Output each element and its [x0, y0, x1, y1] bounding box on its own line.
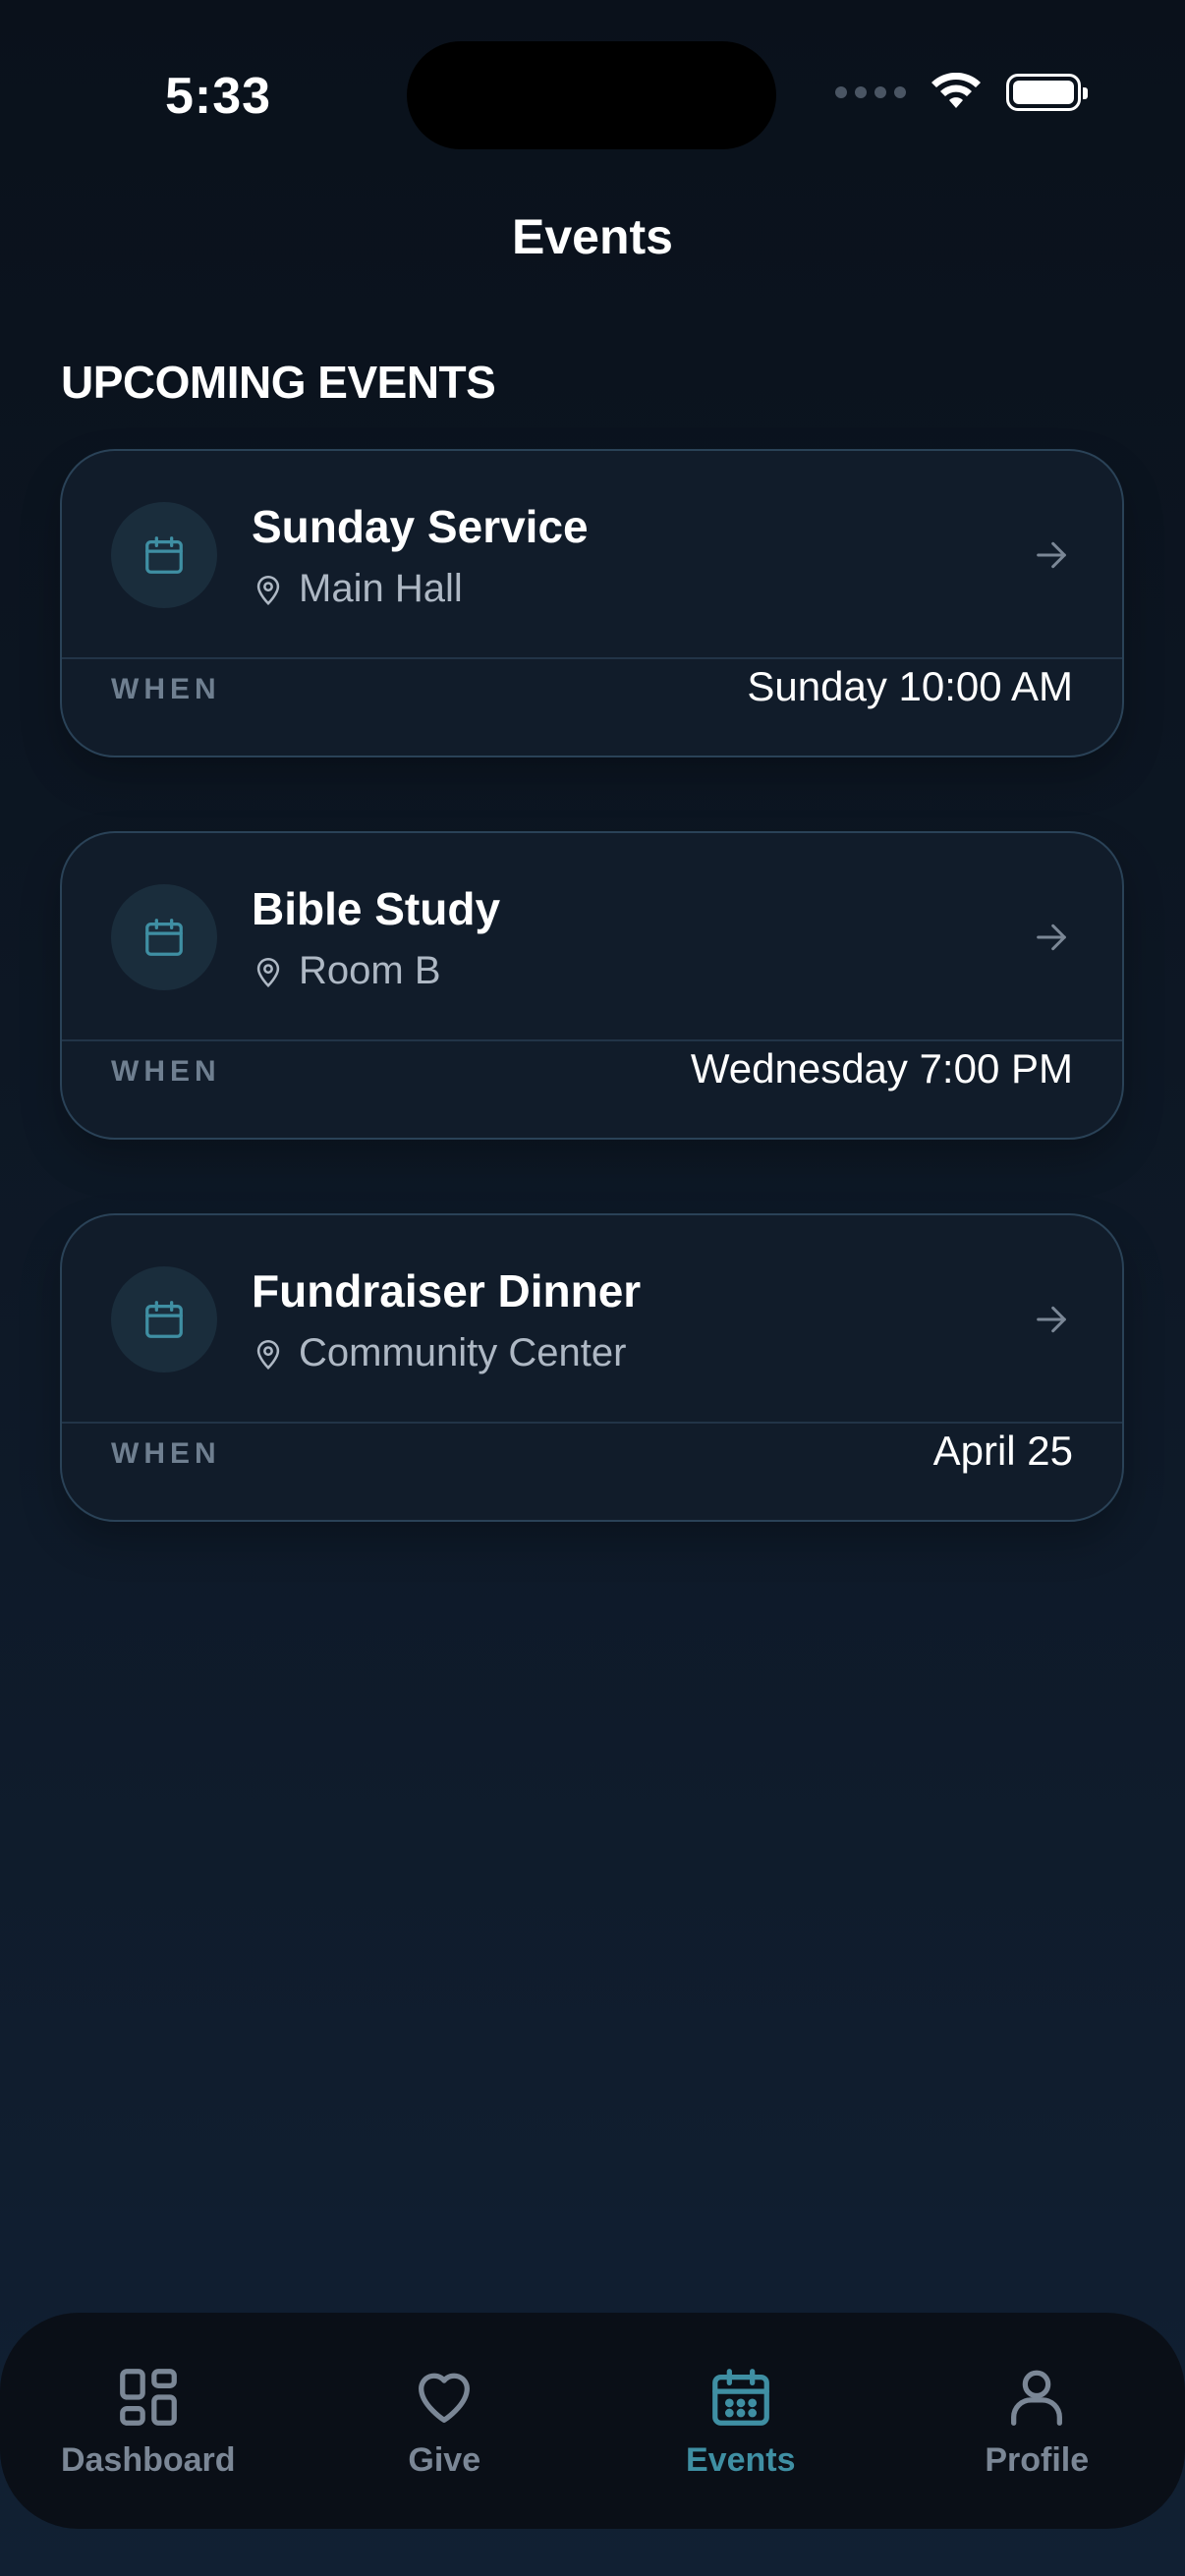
arrow-right-icon[interactable]	[1032, 535, 1071, 575]
events-screen: 5:33 Events UPCOMING EVENTS Sunday Servi…	[0, 0, 1185, 2576]
location-pin-icon	[256, 957, 280, 987]
tab-dashboard[interactable]: Dashboard	[21, 2363, 276, 2480]
when-label: WHEN	[111, 1055, 221, 1088]
calendar-icon	[111, 884, 217, 990]
event-title: Sunday Service	[252, 501, 589, 552]
tab-label: Profile	[985, 2440, 1090, 2479]
tab-label: Events	[686, 2440, 796, 2479]
event-location: Community Center	[252, 1331, 626, 1375]
card-divider	[62, 1039, 1122, 1041]
tab-events[interactable]: Events	[613, 2363, 869, 2480]
calendar-icon	[111, 502, 217, 608]
heart-icon	[419, 2373, 471, 2423]
event-location-label: Community Center	[299, 1331, 627, 1374]
event-when: Sunday 10:00 AM	[747, 663, 1073, 709]
event-card[interactable]: Sunday Service Main Hall WHEN Sunday 10:…	[60, 449, 1124, 757]
status-time: 5:33	[165, 68, 272, 125]
location-pin-icon	[256, 575, 280, 605]
event-location: Room B	[252, 949, 441, 993]
event-title: Bible Study	[252, 883, 501, 934]
calendar-icon	[111, 1266, 217, 1372]
tab-profile[interactable]: Profile	[909, 2363, 1164, 2480]
event-when: April 25	[932, 1428, 1073, 1474]
dynamic-island	[407, 41, 776, 149]
tab-give[interactable]: Give	[316, 2363, 572, 2480]
event-card[interactable]: Bible Study Room B WHEN Wednesday 7:00 P…	[60, 831, 1124, 1140]
battery-icon	[1006, 74, 1088, 111]
event-location-label: Main Hall	[299, 567, 463, 610]
location-pin-icon	[256, 1339, 280, 1370]
person-icon	[1011, 2370, 1063, 2426]
calendar-icon	[711, 2368, 769, 2426]
tab-label: Give	[408, 2440, 481, 2479]
when-label: WHEN	[111, 1437, 221, 1470]
event-when: Wednesday 7:00 PM	[690, 1045, 1073, 1092]
when-label: WHEN	[111, 673, 221, 705]
wifi-icon	[931, 73, 981, 108]
event-card[interactable]: Fundraiser Dinner Community Center WHEN …	[60, 1213, 1124, 1522]
page-title: Events	[512, 209, 673, 264]
arrow-right-icon[interactable]	[1032, 1300, 1071, 1339]
section-title: UPCOMING EVENTS	[61, 357, 496, 408]
card-divider	[62, 657, 1122, 659]
arrow-right-icon[interactable]	[1032, 918, 1071, 957]
tab-bar: Dashboard Give Events Profile	[0, 2313, 1185, 2529]
event-location-label: Room B	[299, 949, 441, 992]
cellular-signal-icon	[835, 86, 906, 98]
grid-icon	[119, 2368, 177, 2426]
card-divider	[62, 1422, 1122, 1424]
tab-label: Dashboard	[60, 2440, 236, 2479]
status-icons	[835, 73, 1088, 112]
event-title: Fundraiser Dinner	[252, 1265, 642, 1316]
event-location: Main Hall	[252, 567, 463, 611]
